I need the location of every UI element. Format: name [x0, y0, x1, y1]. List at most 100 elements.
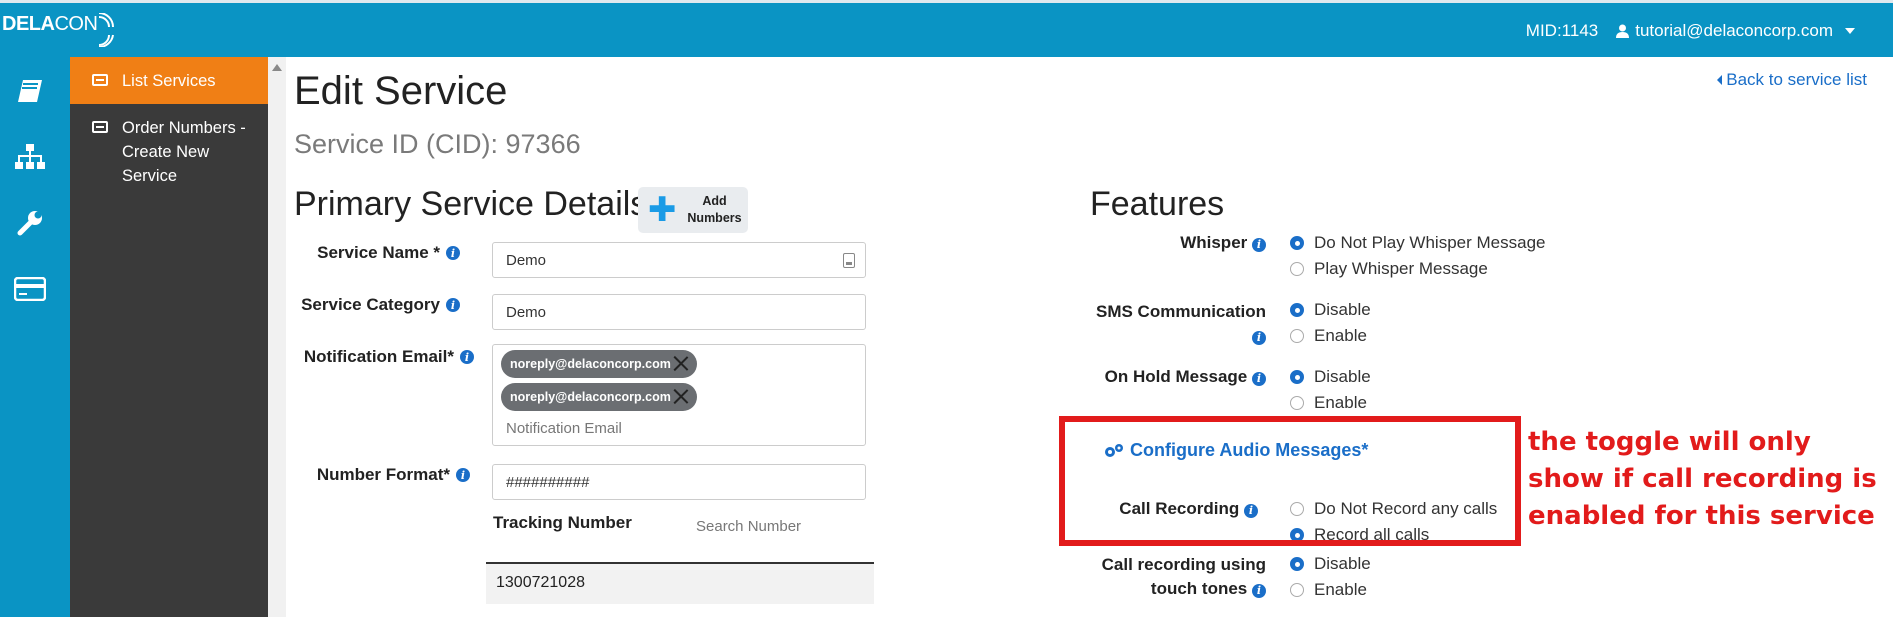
close-icon[interactable]: [673, 388, 689, 404]
sitemap-icon[interactable]: [14, 141, 46, 173]
top-bar: DELA CON MID:1143 tutorial@delaconcorp.co…: [0, 0, 1893, 57]
on-hold-radio-group: Disable Enable: [1290, 364, 1371, 416]
radio-label: Do Not Play Whisper Message: [1314, 233, 1546, 252]
service-category-value: Demo: [506, 303, 547, 321]
whisper-label-text: Whisper: [1180, 233, 1248, 252]
info-icon[interactable]: i: [446, 298, 460, 312]
annotation-highlight-box: [1059, 416, 1521, 546]
radio-checked-icon: [1290, 557, 1304, 571]
wrench-icon[interactable]: [14, 207, 46, 239]
number-format-input[interactable]: ##########: [492, 464, 866, 500]
sidebar-item-label: Order Numbers - Create New Service: [122, 119, 246, 185]
info-icon[interactable]: i: [1252, 584, 1266, 598]
primary-section-title: Primary Service Details: [294, 185, 648, 223]
tracking-number-cell: 1300721028: [496, 574, 585, 591]
on-hold-message-label: On Hold Message i: [994, 367, 1266, 387]
sms-radio-group: Disable Enable: [1290, 297, 1371, 349]
add-numbers-label: Add Numbers: [687, 194, 742, 225]
info-icon[interactable]: i: [1252, 237, 1266, 252]
sidebar-item-list-services[interactable]: List Services: [70, 57, 268, 104]
whisper-label: Whisper i: [994, 233, 1266, 253]
close-icon[interactable]: [673, 355, 689, 371]
whisper-radio-group: Do Not Play Whisper Message Play Whisper…: [1290, 230, 1545, 282]
email-chip: noreply@delaconcorp.com: [501, 383, 697, 411]
list-icon: [92, 121, 108, 133]
user-menu[interactable]: tutorial@delaconcorp.com: [1616, 21, 1855, 41]
back-link-label: Back to service list: [1726, 70, 1867, 89]
gears-icon: [1105, 443, 1123, 457]
configure-audio-messages-link[interactable]: Configure Audio Messages*: [1104, 440, 1368, 461]
email-chip-text: noreply@delaconcorp.com: [510, 357, 671, 371]
radio-unchecked-icon: [1290, 262, 1304, 276]
whisper-option-play[interactable]: Play Whisper Message: [1290, 256, 1545, 282]
sms-communication-label: SMS Communication i: [994, 300, 1266, 348]
on-hold-label-text: On Hold Message: [1104, 367, 1248, 386]
radio-checked-icon: [1290, 370, 1304, 384]
contact-card-icon: [843, 253, 855, 268]
mid-label: MID:1143: [1525, 21, 1599, 40]
service-name-value: Demo: [506, 251, 547, 269]
touch-tones-radio-group: Disable Enable: [1290, 551, 1371, 603]
info-icon[interactable]: i: [446, 246, 460, 260]
service-name-input[interactable]: Demo: [492, 242, 866, 278]
service-id: Service ID (CID): 97366: [294, 129, 581, 159]
radio-unchecked-icon: [1290, 583, 1304, 597]
configure-audio-label: Configure Audio Messages*: [1130, 440, 1369, 460]
on-hold-option-disable[interactable]: Disable: [1290, 364, 1371, 390]
info-icon[interactable]: i: [1252, 331, 1266, 345]
signal-waves-icon: [99, 13, 115, 47]
tracking-number-header[interactable]: Tracking Number: [493, 513, 632, 533]
service-category-label-text: Service Category: [301, 295, 440, 314]
back-to-service-list-link[interactable]: Back to service list: [1717, 70, 1867, 90]
email-chip: noreply@delaconcorp.com: [501, 350, 697, 378]
sms-label-text: SMS Communication: [1095, 302, 1266, 321]
sms-option-enable[interactable]: Enable: [1290, 323, 1371, 349]
sms-option-disable[interactable]: Disable: [1290, 297, 1371, 323]
notification-email-field[interactable]: noreply@delaconcorp.com noreply@delaconc…: [492, 344, 866, 446]
notification-email-label: Notification Email* i: [294, 347, 474, 367]
credit-card-icon[interactable]: [14, 273, 46, 305]
radio-label: Enable: [1314, 326, 1367, 345]
radio-label: Enable: [1314, 393, 1367, 412]
radio-checked-icon: [1290, 303, 1304, 317]
service-category-label: Service Category i: [294, 295, 460, 315]
radio-unchecked-icon: [1290, 396, 1304, 410]
info-icon[interactable]: i: [460, 350, 474, 364]
email-chip-text: noreply@delaconcorp.com: [510, 390, 671, 404]
radio-unchecked-icon: [1290, 329, 1304, 343]
annotation-note: the toggle will only show if call record…: [1528, 427, 1877, 531]
delacon-logo[interactable]: DELA CON: [2, 13, 119, 47]
service-category-input[interactable]: Demo: [492, 294, 866, 330]
search-number-input[interactable]: Search Number: [696, 518, 801, 535]
sidebar-item-label: List Services: [122, 72, 216, 90]
notification-email-label-text: Notification Email*: [303, 347, 454, 366]
radio-label: Disable: [1314, 300, 1371, 319]
logo-text-light: CON: [54, 13, 98, 35]
info-icon[interactable]: i: [1252, 371, 1266, 386]
radio-label: Play Whisper Message: [1314, 259, 1488, 278]
radio-label: Disable: [1314, 367, 1371, 386]
service-name-label: Service Name * i: [294, 243, 460, 263]
radio-checked-icon: [1290, 236, 1304, 250]
scrollbar[interactable]: [268, 57, 286, 617]
whisper-option-do-not-play[interactable]: Do Not Play Whisper Message: [1290, 230, 1545, 256]
plus-icon: ✚: [648, 191, 677, 229]
on-hold-option-enable[interactable]: Enable: [1290, 390, 1371, 416]
info-icon[interactable]: i: [456, 468, 470, 482]
sidebar-item-order-numbers[interactable]: Order Numbers - Create New Service: [70, 104, 268, 200]
touch-tones-option-enable[interactable]: Enable: [1290, 577, 1371, 603]
radio-label: Enable: [1314, 580, 1367, 599]
table-row[interactable]: 1300721028: [486, 564, 874, 604]
icon-rail: [0, 57, 70, 617]
book-icon[interactable]: [14, 75, 46, 107]
number-format-label-text: Number Format*: [316, 465, 450, 484]
service-name-label-text: Service Name *: [317, 243, 440, 262]
list-icon: [92, 74, 108, 86]
touch-tones-option-disable[interactable]: Disable: [1290, 551, 1371, 577]
touch-tones-label-line2: touch tones: [1150, 579, 1248, 598]
add-numbers-button[interactable]: ✚ Add Numbers: [638, 187, 748, 233]
sidebar-subnav: List Services Order Numbers - Create New…: [70, 57, 268, 617]
scroll-up-arrow-icon[interactable]: [272, 64, 282, 71]
number-format-label: Number Format* i: [294, 465, 470, 485]
touch-tones-label-line1: Call recording using: [1101, 555, 1266, 574]
